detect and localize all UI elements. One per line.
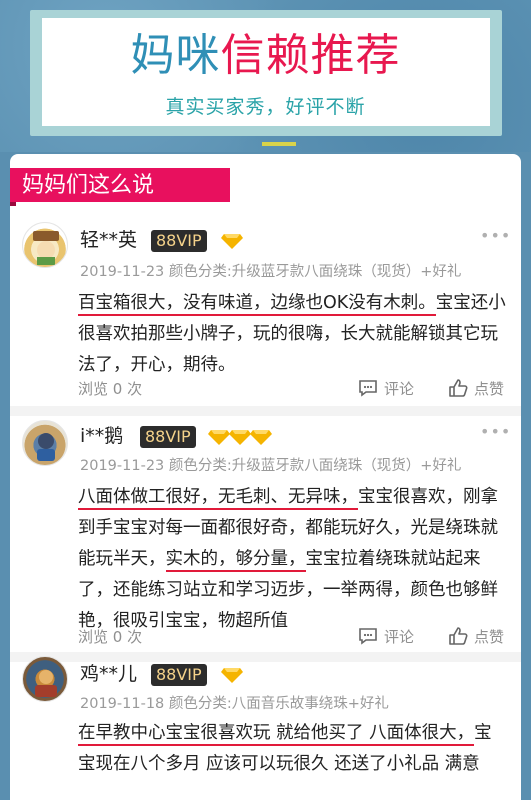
review-highlight: 百宝箱很大，没有味道，边缘也OK没有木刺。: [78, 293, 436, 316]
diamond-icon: [250, 430, 272, 445]
thumbs-up-icon: [449, 627, 468, 645]
avatar[interactable]: [22, 222, 68, 268]
review-highlight: 八面体做工很好，无毛刺、无异味，: [78, 487, 358, 510]
diamond-icon: [208, 430, 230, 445]
comment-label: 评论: [384, 379, 415, 398]
avatar[interactable]: [22, 420, 68, 466]
divider: [10, 652, 521, 662]
section-header-fold: [10, 202, 16, 206]
username[interactable]: i**鹅: [80, 424, 123, 448]
section-title: 妈妈们这么说: [22, 173, 155, 198]
banner-accent-mark: [262, 142, 296, 146]
username[interactable]: 鸡**儿: [80, 662, 137, 686]
view-count: 浏览 0 次: [78, 628, 143, 646]
review-meta: 2019-11-23 颜色分类:升级蓝牙款八面绕珠（现货）+好礼: [80, 264, 462, 280]
divider: [10, 406, 521, 416]
vip-badge: 88VIP: [151, 664, 207, 686]
like-button[interactable]: 点赞: [448, 376, 504, 400]
banner-title-part2: 信赖推荐: [220, 30, 401, 81]
review-highlight: 实木的，够分量，: [165, 549, 306, 572]
banner-title-part1: 妈咪: [130, 30, 221, 81]
banner-subtitle: 真实买家秀，好评不断: [165, 96, 366, 118]
review-footer: 浏览 0 次 评论 点赞: [78, 376, 506, 400]
more-dots-icon[interactable]: •••: [480, 226, 511, 245]
avatar-image: [35, 670, 57, 697]
comment-button[interactable]: 评论: [358, 624, 414, 648]
review-text: 百宝箱很大，没有味道，边缘也OK没有木刺。宝宝还小很喜欢拍那些小牌子，玩的很嗨，…: [78, 288, 506, 381]
diamond-icon: [229, 430, 251, 445]
like-label: 点赞: [474, 627, 505, 646]
comment-button[interactable]: 评论: [358, 376, 414, 400]
avatar-image: [37, 433, 55, 461]
view-count: 浏览 0 次: [78, 380, 143, 398]
review-meta: 2019-11-18 颜色分类:八面音乐故事绕珠+好礼: [80, 696, 389, 712]
username[interactable]: 轻**英: [80, 228, 137, 252]
review-footer: 浏览 0 次 评论 点赞: [78, 624, 506, 648]
vip-badge: 88VIP: [140, 426, 196, 448]
avatar-image: [33, 231, 59, 265]
review-meta: 2019-11-23 颜色分类:升级蓝牙款八面绕珠（现货）+好礼: [80, 458, 462, 474]
like-button[interactable]: 点赞: [448, 624, 504, 648]
vip-badge: 88VIP: [151, 230, 207, 252]
like-label: 点赞: [474, 379, 505, 398]
review-text: 八面体做工很好，无毛刺、无异味，宝宝很喜欢，刚拿到手宝宝对每一面都很好奇，都能玩…: [78, 482, 506, 637]
diamond-icon: [221, 668, 243, 683]
review-highlight: 在早教中心宝宝很喜欢玩 就给他买了 八面体很大，: [78, 723, 475, 746]
comment-icon: [359, 628, 377, 645]
thumbs-up-icon: [449, 379, 468, 397]
avatar[interactable]: [22, 656, 68, 702]
comment-label: 评论: [384, 627, 415, 646]
banner-title: 妈咪信赖推荐: [0, 30, 531, 82]
comment-icon: [359, 380, 377, 397]
review-text: 在早教中心宝宝很喜欢玩 就给他买了 八面体很大，宝宝现在八个多月 应该可以玩很久…: [78, 718, 506, 780]
diamond-icon: [221, 234, 243, 249]
more-dots-icon[interactable]: •••: [480, 422, 511, 441]
